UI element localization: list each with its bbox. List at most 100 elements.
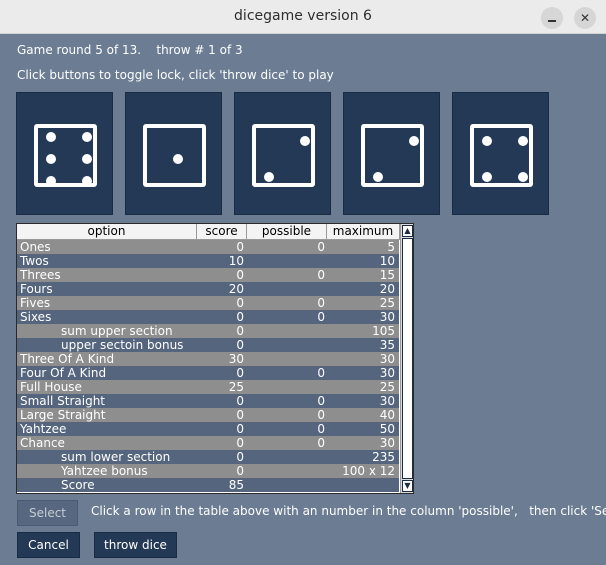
die-pip xyxy=(300,136,310,146)
table-row[interactable]: Sixes 0 0 30 xyxy=(17,310,399,324)
cell-possible: 0 xyxy=(317,422,325,436)
main-content: Game round 5 of 13. throw # 1 of 3 Click… xyxy=(0,34,606,565)
cell-option: Full House xyxy=(20,380,82,394)
die-two-icon xyxy=(361,124,424,187)
cell-maximum: 100 x 12 xyxy=(342,464,395,478)
cell-possible xyxy=(247,450,325,464)
header-maximum[interactable]: maximum xyxy=(327,224,400,240)
vertical-scrollbar[interactable]: ▲ ▼ xyxy=(400,224,413,493)
select-button[interactable]: Select xyxy=(17,500,78,526)
cell-maximum: 10 xyxy=(379,254,395,268)
cell-maximum xyxy=(327,478,395,492)
cell-possible: 0 xyxy=(317,408,325,422)
scroll-up-icon[interactable]: ▲ xyxy=(402,225,413,237)
die-pip xyxy=(46,154,56,164)
throw-dice-button[interactable]: throw dice xyxy=(94,532,177,558)
die-button-3[interactable] xyxy=(234,92,331,215)
cell-maximum: 30 xyxy=(379,366,395,380)
cell-score: 0 xyxy=(236,268,244,282)
cell-maximum: 25 xyxy=(379,380,395,394)
cell-score: 30 xyxy=(228,352,244,366)
die-pip xyxy=(518,172,528,182)
cell-possible: 0 xyxy=(317,268,325,282)
table-row[interactable]: Four Of A Kind 0 0 30 xyxy=(17,366,399,380)
cell-possible: 0 xyxy=(317,436,325,450)
die-pip xyxy=(482,136,492,146)
die-button-5[interactable] xyxy=(452,92,549,215)
die-button-2[interactable] xyxy=(125,92,222,215)
table-row[interactable]: Fives 0 0 25 xyxy=(17,296,399,310)
die-pip xyxy=(409,136,419,146)
header-possible[interactable]: possible xyxy=(247,224,327,240)
cell-possible xyxy=(247,380,325,394)
die-four-icon xyxy=(470,124,533,187)
table-row[interactable]: Three Of A Kind 30 30 xyxy=(17,352,399,366)
close-icon[interactable]: ✕ xyxy=(574,7,596,29)
table-row[interactable]: sum lower section 0 235 xyxy=(17,450,399,464)
cell-option: Threes xyxy=(20,268,61,282)
table-row[interactable]: Yahtzee 0 0 50 xyxy=(17,422,399,436)
cell-option: Ones xyxy=(20,240,51,254)
cell-maximum: 105 xyxy=(372,324,395,338)
table-row[interactable]: Chance 0 0 30 xyxy=(17,436,399,450)
cell-score: 0 xyxy=(236,324,244,338)
table-row[interactable]: sum upper section 0 105 xyxy=(17,324,399,338)
cell-maximum: 40 xyxy=(379,408,395,422)
cancel-button[interactable]: Cancel xyxy=(17,532,80,558)
table-row[interactable]: Large Straight 0 0 40 xyxy=(17,408,399,422)
header-option[interactable]: option xyxy=(17,224,197,240)
table-row[interactable]: upper sectoin bonus 0 35 xyxy=(17,338,399,352)
cell-maximum: 20 xyxy=(379,282,395,296)
cell-possible: 0 xyxy=(317,310,325,324)
cell-score: 0 xyxy=(236,338,244,352)
cell-option: Chance xyxy=(20,436,65,450)
table-row[interactable]: Ones 0 0 5 xyxy=(17,240,399,254)
cell-option: Fours xyxy=(20,282,53,296)
cell-option: Yahtzee xyxy=(20,422,67,436)
cell-possible xyxy=(247,324,325,338)
table-row[interactable]: Small Straight 0 0 30 xyxy=(17,394,399,408)
cell-score: 25 xyxy=(228,380,244,394)
die-pip xyxy=(82,132,92,142)
die-six-icon xyxy=(34,124,97,187)
cell-possible: 0 xyxy=(317,296,325,310)
minimize-icon[interactable] xyxy=(541,7,563,29)
cell-score: 0 xyxy=(236,296,244,310)
die-button-4[interactable] xyxy=(343,92,440,215)
cell-option: Twos xyxy=(20,254,49,268)
score-table: option score possible maximum Ones 0 0 5 Two… xyxy=(16,223,414,494)
header-score[interactable]: score xyxy=(197,224,247,240)
cell-option: Four Of A Kind xyxy=(20,366,107,380)
cell-score: 0 xyxy=(236,394,244,408)
die-button-1[interactable] xyxy=(16,92,113,215)
cell-maximum: 235 xyxy=(372,450,395,464)
cell-possible xyxy=(247,478,325,492)
cell-score: 0 xyxy=(236,422,244,436)
table-row[interactable]: Yahtzee bonus 0 100 x 12 xyxy=(17,464,399,478)
table-row[interactable]: Threes 0 0 15 xyxy=(17,268,399,282)
cell-option: Small Straight xyxy=(20,394,106,408)
cell-option: Sixes xyxy=(20,310,52,324)
cell-maximum: 30 xyxy=(379,310,395,324)
die-two-icon xyxy=(252,124,315,187)
die-one-icon xyxy=(143,124,206,187)
cell-maximum: 35 xyxy=(379,338,395,352)
table-row[interactable]: Fours 20 20 xyxy=(17,282,399,296)
table-row[interactable]: Twos 10 10 xyxy=(17,254,399,268)
table-row[interactable]: Score 85 xyxy=(17,478,399,492)
cell-option: Three Of A Kind xyxy=(20,352,115,366)
scroll-down-icon[interactable]: ▼ xyxy=(402,480,413,492)
cell-possible xyxy=(247,338,325,352)
cell-possible xyxy=(247,352,325,366)
cell-maximum: 30 xyxy=(379,352,395,366)
cell-score: 85 xyxy=(228,478,244,492)
table-row[interactable]: Full House 25 25 xyxy=(17,380,399,394)
die-pip xyxy=(82,176,92,186)
round-status: Game round 5 of 13. throw # 1 of 3 xyxy=(17,43,243,57)
cell-score: 0 xyxy=(236,450,244,464)
cell-possible: 0 xyxy=(317,366,325,380)
scroll-thumb[interactable] xyxy=(402,238,413,479)
die-pip xyxy=(482,172,492,182)
cell-maximum: 15 xyxy=(379,268,395,282)
cell-score: 0 xyxy=(236,366,244,380)
